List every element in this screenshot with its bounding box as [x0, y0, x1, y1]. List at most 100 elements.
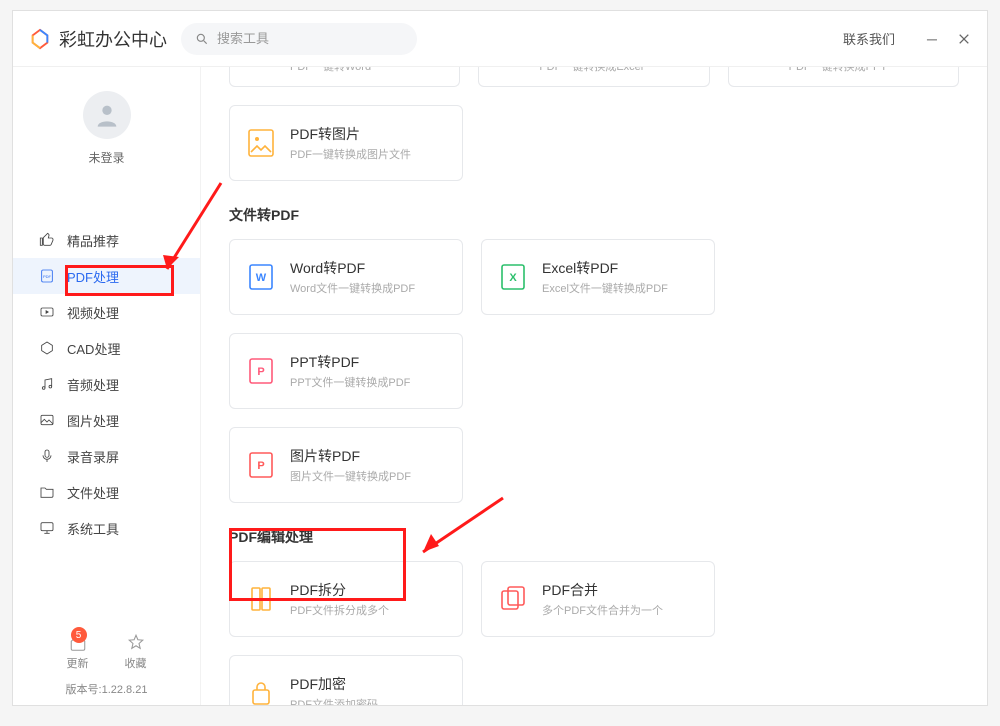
favorite-button[interactable]: 收藏 [125, 633, 147, 671]
system-icon [39, 520, 55, 536]
audio-icon [39, 376, 55, 392]
card-pdf-to-ppt-partial[interactable]: PDF一键转换成PPT [728, 67, 959, 87]
close-button[interactable] [957, 32, 971, 46]
partial-row: PDF一键转Word PDF一键转换成Excel PDF一键转换成PPT [229, 67, 959, 87]
card-excel-to-pdf[interactable]: X Excel转PDF Excel文件一键转换成PDF [481, 239, 715, 315]
sidebar: 未登录 精品推荐 PDF PDF处理 视频处理 CAD处理 [13, 67, 201, 705]
section-title-pdf-edit: PDF编辑处理 [229, 527, 959, 547]
pdf-icon: PDF [39, 268, 55, 284]
ppt-icon: P [244, 354, 278, 388]
nav-label: 视频处理 [67, 303, 119, 322]
titlebar: 彩虹办公中心 联系我们 ─ [13, 11, 987, 67]
nav-audio[interactable]: 音频处理 [13, 366, 200, 402]
merge-icon [496, 582, 530, 616]
card-pdf-to-excel-partial[interactable]: PDF一键转换成Excel [478, 67, 709, 87]
card-desc: PPT文件一键转换成PDF [290, 374, 410, 390]
card-desc: PDF一键转换成Excel [539, 67, 643, 74]
svg-text:P: P [257, 366, 264, 378]
version-text: 版本号:1.22.8.21 [13, 681, 200, 705]
card-title: PDF转图片 [290, 124, 411, 144]
video-icon [39, 304, 55, 320]
svg-text:PDF: PDF [43, 274, 52, 279]
nav-label: 系统工具 [67, 519, 119, 538]
nav-video[interactable]: 视频处理 [13, 294, 200, 330]
single-row: PDF转图片 PDF一键转换成图片文件 [229, 105, 959, 181]
star-icon [127, 633, 145, 651]
nav-list: 精品推荐 PDF PDF处理 视频处理 CAD处理 音频处理 [13, 182, 200, 554]
nav-label: 音频处理 [67, 375, 119, 394]
file-to-pdf-row: W Word转PDF Word文件一键转换成PDF X Excel转PDF Ex… [229, 239, 959, 409]
card-desc: PDF文件拆分成多个 [290, 602, 389, 618]
card-desc: PDF一键转Word [290, 67, 371, 74]
nav-file[interactable]: 文件处理 [13, 474, 200, 510]
nav-recommend[interactable]: 精品推荐 [13, 222, 200, 258]
card-title: PDF加密 [290, 674, 378, 694]
user-status: 未登录 [88, 149, 124, 166]
section-title-file-to-pdf: 文件转PDF [229, 205, 959, 225]
window-controls: ─ [925, 32, 971, 46]
card-desc: PDF一键转换成PPT [789, 67, 887, 74]
image-file-icon [244, 126, 278, 160]
card-desc: Word文件一键转换成PDF [290, 280, 415, 296]
pdf-edit-row1: PDF拆分 PDF文件拆分成多个 PDF合并 多个PDF文件合并为一个 PDF加… [229, 561, 959, 705]
card-pdf-encrypt[interactable]: PDF加密 PDF文件添加密码 [229, 655, 463, 705]
nav-label: 图片处理 [67, 411, 119, 430]
card-pdf-split[interactable]: PDF拆分 PDF文件拆分成多个 [229, 561, 463, 637]
search-box[interactable] [181, 23, 417, 55]
card-ppt-to-pdf[interactable]: P PPT转PDF PPT文件一键转换成PDF [229, 333, 463, 409]
card-title: PDF拆分 [290, 580, 389, 600]
nav-label: PDF处理 [67, 267, 119, 286]
card-title: PPT转PDF [290, 352, 410, 372]
main-content: PDF一键转Word PDF一键转换成Excel PDF一键转换成PPT PDF… [201, 67, 987, 705]
avatar[interactable] [83, 91, 131, 139]
nav-system[interactable]: 系统工具 [13, 510, 200, 546]
search-input[interactable] [217, 31, 403, 46]
logo-icon [29, 28, 51, 50]
file-to-pdf-row2: P 图片转PDF 图片文件一键转换成PDF [229, 427, 959, 503]
card-desc: PDF文件添加密码 [290, 696, 378, 705]
nav-label: 录音录屏 [67, 447, 119, 466]
word-icon: W [244, 260, 278, 294]
card-image-to-pdf[interactable]: P 图片转PDF 图片文件一键转换成PDF [229, 427, 463, 503]
bottom-bar: 5 更新 收藏 [13, 621, 200, 681]
nav-image[interactable]: 图片处理 [13, 402, 200, 438]
update-button[interactable]: 5 更新 [67, 633, 89, 671]
nav-label: 精品推荐 [67, 231, 119, 250]
user-section: 未登录 [13, 67, 200, 182]
nav-label: 文件处理 [67, 483, 119, 502]
card-desc: 图片文件一键转换成PDF [290, 468, 411, 484]
app-window: 彩虹办公中心 联系我们 ─ 未登录 精品推荐 [12, 10, 988, 706]
excel-icon: X [496, 260, 530, 294]
card-pdf-to-word-partial[interactable]: PDF一键转Word [229, 67, 460, 87]
thumb-icon [39, 232, 55, 248]
split-icon [244, 582, 278, 616]
card-title: PDF合并 [542, 580, 663, 600]
card-pdf-merge[interactable]: PDF合并 多个PDF文件合并为一个 [481, 561, 715, 637]
card-desc: Excel文件一键转换成PDF [542, 280, 668, 296]
svg-text:W: W [256, 272, 267, 284]
file-icon [39, 484, 55, 500]
nav-pdf[interactable]: PDF PDF处理 [13, 258, 200, 294]
cad-icon [39, 340, 55, 356]
svg-text:X: X [509, 272, 517, 284]
card-word-to-pdf[interactable]: W Word转PDF Word文件一键转换成PDF [229, 239, 463, 315]
mic-icon [39, 448, 55, 464]
nav-record[interactable]: 录音录屏 [13, 438, 200, 474]
update-badge: 5 [71, 627, 87, 643]
svg-text:P: P [257, 460, 264, 472]
card-title: 图片转PDF [290, 446, 411, 466]
card-title: Excel转PDF [542, 258, 668, 278]
nav-label: CAD处理 [67, 339, 120, 358]
nav-cad[interactable]: CAD处理 [13, 330, 200, 366]
app-title: 彩虹办公中心 [59, 26, 167, 52]
card-title: Word转PDF [290, 258, 415, 278]
update-label: 更新 [67, 655, 89, 671]
lock-icon [244, 676, 278, 705]
logo: 彩虹办公中心 [29, 26, 167, 52]
minimize-button[interactable]: ─ [925, 32, 939, 46]
card-desc: 多个PDF文件合并为一个 [542, 602, 663, 618]
favorite-label: 收藏 [125, 655, 147, 671]
card-pdf-to-image[interactable]: PDF转图片 PDF一键转换成图片文件 [229, 105, 463, 181]
contact-us-link[interactable]: 联系我们 [843, 29, 895, 48]
search-icon [195, 32, 209, 46]
